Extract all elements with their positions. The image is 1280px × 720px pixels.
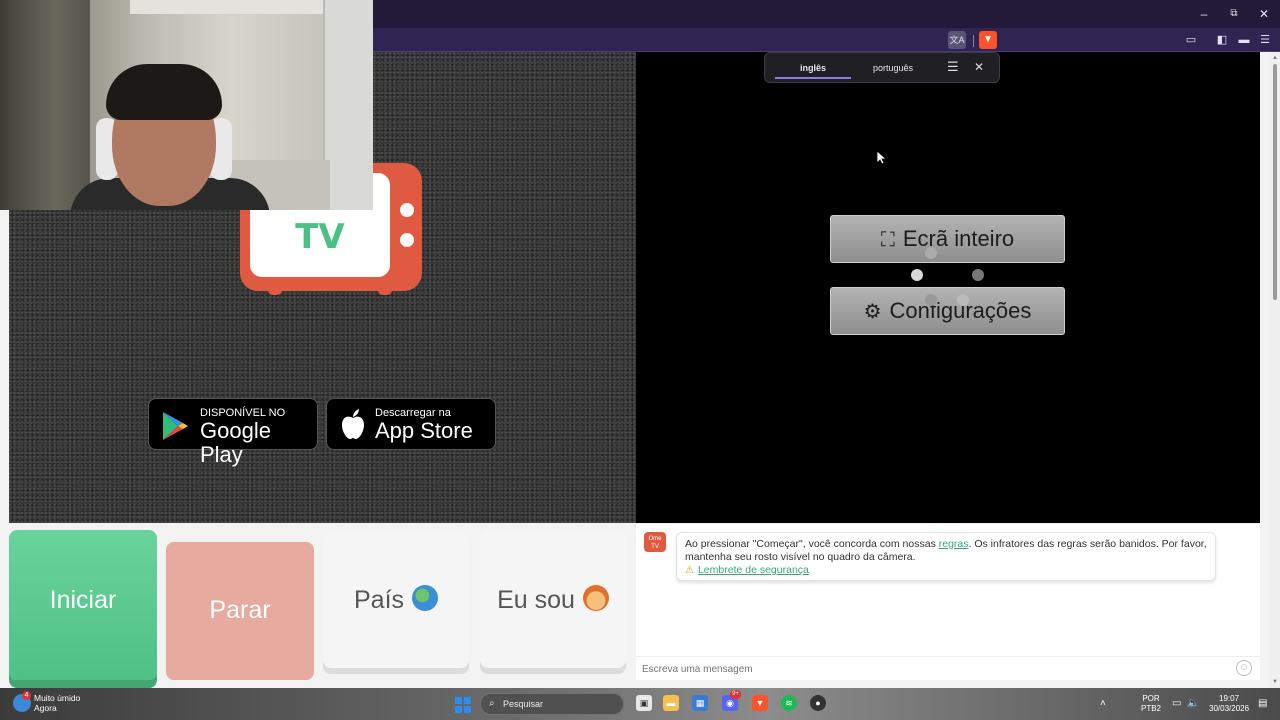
file-explorer-icon[interactable]: ▬ (663, 695, 679, 711)
chat-icon-text: Ome TV (648, 536, 662, 550)
mouse-cursor-icon (876, 150, 886, 165)
taskbar-search[interactable]: ⌕ Pesquisar (480, 693, 624, 715)
google-play-icon (163, 412, 188, 440)
start-button[interactable]: Iniciar (9, 530, 157, 680)
message-input[interactable] (642, 661, 1222, 677)
windows-taskbar: 4 Muito úmido Agora ⌕ Pesquisar ▣ ▬ ▦ ◉ 9… (0, 688, 1280, 720)
clock-time: 19:07 (1219, 694, 1240, 703)
app-store-badge[interactable]: Descarregar na App Store (326, 398, 496, 450)
tv-knob (400, 233, 414, 247)
brave-shield-icon[interactable]: ▼ (979, 31, 997, 49)
brave-browser-icon[interactable]: ▼ (752, 695, 768, 711)
webcam-curtain (0, 0, 90, 210)
webcam-person-hair (106, 64, 222, 120)
search-icon: ⌕ (489, 698, 495, 709)
wallet-icon[interactable]: ▬ (1235, 31, 1253, 49)
clock-date: 30/03/2026 (1209, 704, 1250, 713)
boy-emoji-icon (582, 585, 609, 611)
panel-icon[interactable]: ◧ (1213, 31, 1231, 49)
weather-widget[interactable]: Muito úmido Agora (34, 693, 80, 713)
obs-icon[interactable]: ● (810, 695, 826, 711)
translate-close-icon[interactable]: ✕ (974, 60, 984, 74)
search-label: Pesquisar (503, 699, 544, 709)
tv-leg (378, 287, 392, 295)
tv-knob (400, 203, 414, 217)
scroll-thumb[interactable] (1273, 64, 1277, 300)
rules-notice: Ao pressionar "Começar", você concorda c… (676, 532, 1216, 581)
spinner-dot (925, 247, 937, 259)
clock[interactable]: 19:07 30/03/2026 (1209, 694, 1249, 714)
tray-expand-icon[interactable]: ˄ (1100, 698, 1106, 710)
spinner-dot (911, 269, 923, 281)
active-tab-underline (775, 77, 851, 79)
scroll-up-icon[interactable]: ▲ (1271, 54, 1279, 62)
discord-badge: 9+ (730, 690, 741, 699)
google-play-big-text: Google Play (200, 418, 271, 467)
source-language-tab[interactable]: inglês (800, 62, 826, 74)
spotify-icon[interactable]: ≋ (781, 695, 797, 711)
chat-input-bar: ☺ (636, 656, 1260, 680)
notice-text-pre: Ao pressionar "Começar", você concorda c… (685, 538, 939, 550)
settings-button[interactable]: ⚙ Configurações (830, 287, 1065, 335)
fullscreen-button[interactable]: ⛶ Ecrã inteiro (830, 215, 1065, 263)
language-indicator[interactable]: POR PTB2 (1141, 694, 1161, 714)
page-scrollbar[interactable]: ▲ ▼ (1270, 52, 1280, 688)
chat-panel: Ome TV Ao pressionar "Começar", você con… (636, 524, 1260, 680)
translate-popup: inglês português ☰ ✕ (764, 52, 1000, 83)
webcam-preview (0, 0, 373, 210)
ometv-chat-icon: Ome TV (644, 532, 666, 552)
safety-reminder-link[interactable]: Lembrete de segurança (698, 564, 809, 576)
spinner-dot (972, 269, 984, 281)
translate-icon[interactable]: 文A (948, 31, 966, 49)
emoji-picker-icon[interactable]: ☺ (1236, 660, 1252, 676)
google-play-badge[interactable]: DISPONÍVEL NO Google Play (148, 398, 318, 467)
tv-leg (268, 287, 282, 295)
warning-icon: ⚠ (685, 565, 694, 576)
sidebar-icon[interactable]: ▭ (1182, 31, 1200, 49)
country-label: País (353, 586, 405, 614)
webcam-cabinet (323, 0, 373, 210)
gear-icon: ⚙ (863, 301, 882, 323)
scroll-down-icon[interactable]: ▼ (1271, 678, 1279, 686)
spinner-dot (957, 294, 969, 306)
stop-button[interactable]: Parar (166, 542, 314, 680)
toolbar-separator (973, 35, 974, 47)
gender-button[interactable]: Eu sou (480, 532, 626, 668)
language-top: POR (1142, 694, 1160, 703)
weather-subtitle: Agora (34, 703, 57, 713)
network-icon[interactable]: ▭ (1172, 698, 1181, 710)
translate-menu-icon[interactable]: ☰ (947, 60, 959, 74)
fullscreen-icon: ⛶ (880, 229, 895, 251)
language-bottom: PTB2 (1141, 704, 1162, 713)
target-language-tab[interactable]: português (873, 62, 913, 74)
globe-icon (412, 585, 439, 611)
weather-badge: 4 (22, 691, 31, 700)
gender-label: Eu sou (497, 586, 575, 614)
windows-start-icon[interactable] (455, 697, 471, 713)
logo-subtitle: TV (295, 217, 345, 257)
country-button[interactable]: País (323, 532, 469, 668)
fullscreen-label: Ecrã inteiro (902, 226, 1015, 251)
task-view-icon[interactable]: ▣ (636, 695, 652, 711)
webcam-shelf (130, 0, 330, 14)
maximize-button[interactable]: ⧉ (1226, 6, 1242, 22)
rules-link[interactable]: regras (939, 538, 969, 550)
store-icon[interactable]: ▦ (692, 695, 708, 711)
app-store-big-text: App Store (375, 418, 473, 443)
volume-icon[interactable]: 🔈 (1187, 698, 1199, 710)
spinner-dot (925, 294, 937, 306)
close-window-button[interactable]: ✕ (1256, 6, 1272, 22)
notification-icon[interactable]: ▤ (1258, 698, 1267, 710)
apple-icon (342, 409, 364, 439)
weather-title: Muito úmido (34, 693, 81, 703)
menu-icon[interactable]: ☰ (1256, 31, 1274, 49)
minimize-button[interactable]: – (1196, 6, 1212, 22)
